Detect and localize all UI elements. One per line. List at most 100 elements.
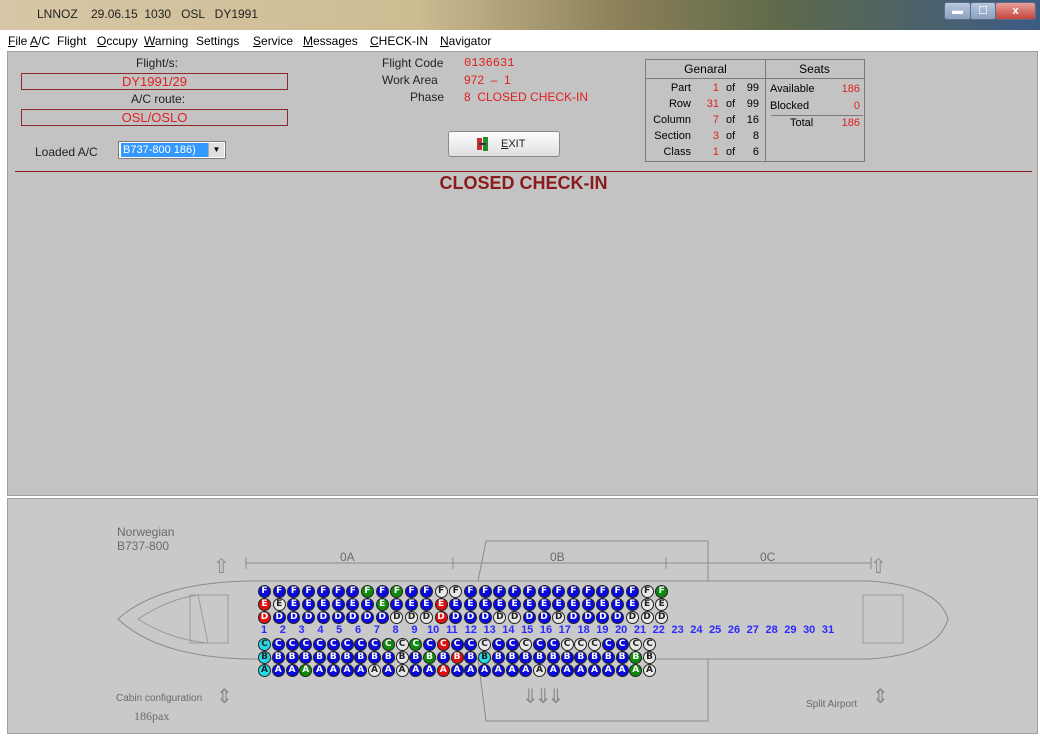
seat-a[interactable]: A [395,664,409,677]
seat-c[interactable]: C [340,638,354,651]
seat-d[interactable]: D [581,611,595,624]
seat-a[interactable]: A [258,664,271,677]
seat-f[interactable]: F [478,585,492,598]
seat-a[interactable]: A [340,664,354,677]
seat-b[interactable]: B [533,651,546,664]
menu-settings[interactable]: Settings [196,34,239,48]
seat-f[interactable]: F [316,585,330,598]
seat-b[interactable]: B [560,651,574,664]
seat-f[interactable]: F [272,585,286,598]
seat-a[interactable]: A [588,664,601,677]
seat-f[interactable]: F [537,585,551,598]
seat-f[interactable]: F [625,585,639,598]
seat-e[interactable]: E [258,598,271,611]
seat-f[interactable]: F [258,585,271,598]
seat-e[interactable]: E [331,598,345,611]
seat-f[interactable]: F [566,585,580,598]
seat-c[interactable]: C [533,638,546,651]
seat-c[interactable]: C [643,638,656,651]
seat-c[interactable]: C [326,638,340,651]
seat-b[interactable]: B [643,651,656,664]
seat-d[interactable]: D [434,611,448,624]
seat-a[interactable]: A [271,664,285,677]
seat-d[interactable]: D [611,611,625,624]
seat-a[interactable]: A [381,664,395,677]
seat-f[interactable]: F [375,585,389,598]
seat-a[interactable]: A [478,664,491,677]
seat-e[interactable]: E [566,598,580,611]
seat-e[interactable]: E [360,598,374,611]
seat-f[interactable]: F [640,585,654,598]
seat-a[interactable]: A [436,664,450,677]
seat-c[interactable]: C [271,638,285,651]
seat-a[interactable]: A [326,664,340,677]
seat-b[interactable]: B [258,651,271,664]
seat-c[interactable]: C [505,638,519,651]
seat-c[interactable]: C [601,638,615,651]
seat-a[interactable]: A [368,664,381,677]
seat-e[interactable]: E [463,598,477,611]
seat-b[interactable]: B [601,651,615,664]
seat-f[interactable]: F [360,585,374,598]
seat-b[interactable]: B [423,651,436,664]
seat-f[interactable]: F [463,585,477,598]
seat-d[interactable]: D [316,611,330,624]
seat-d[interactable]: D [360,611,374,624]
seat-d[interactable]: D [522,611,536,624]
seat-b[interactable]: B [505,651,519,664]
seat-e[interactable]: E [581,598,595,611]
seat-b[interactable]: B [381,651,395,664]
seat-c[interactable]: C [285,638,299,651]
seat-c[interactable]: C [560,638,574,651]
seat-e[interactable]: E [316,598,330,611]
menu-messages[interactable]: Messages [303,34,358,48]
seat-c[interactable]: C [313,638,326,651]
menu-occupy[interactable]: Occupy [97,34,138,48]
seat-c[interactable]: C [588,638,601,651]
loaded-ac-select[interactable]: B737-800 186) ▼ [118,141,226,159]
seat-b[interactable]: B [326,651,340,664]
maximize-button[interactable]: ☐ [970,2,996,20]
seat-c[interactable]: C [395,638,409,651]
menu-warning[interactable]: Warning [144,34,188,48]
seat-c[interactable]: C [450,638,464,651]
exit-button[interactable]: EXIT [448,131,560,157]
seat-b[interactable]: B [271,651,285,664]
menu-navigator[interactable]: Navigator [440,34,491,48]
seat-e[interactable]: E [419,598,433,611]
seat-e[interactable]: E [434,598,448,611]
seat-a[interactable]: A [643,664,656,677]
seat-c[interactable]: C [368,638,381,651]
seat-d[interactable]: D [419,611,433,624]
seat-b[interactable]: B [285,651,299,664]
chevron-down-icon[interactable]: ▼ [208,143,224,157]
seat-a[interactable]: A [423,664,436,677]
seat-d[interactable]: D [566,611,580,624]
seat-c[interactable]: C [491,638,505,651]
seat-c[interactable]: C [423,638,436,651]
seat-e[interactable]: E [522,598,536,611]
seat-e[interactable]: E [537,598,551,611]
seat-f[interactable]: F [331,585,345,598]
seat-d[interactable]: D [625,611,639,624]
seat-d[interactable]: D [375,611,389,624]
seat-a[interactable]: A [533,664,546,677]
seat-e[interactable]: E [625,598,639,611]
seat-e[interactable]: E [611,598,625,611]
seat-f[interactable]: F [611,585,625,598]
menu-a-c[interactable]: A/C [30,34,50,48]
seat-b[interactable]: B [436,651,450,664]
seat-a[interactable]: A [615,664,629,677]
seat-c[interactable]: C [258,638,271,651]
seat-e[interactable]: E [272,598,286,611]
seat-e[interactable]: E [478,598,492,611]
seat-d[interactable]: D [331,611,345,624]
seat-a[interactable]: A [505,664,519,677]
seat-b[interactable]: B [313,651,326,664]
seat-f[interactable]: F [581,585,595,598]
seat-a[interactable]: A [450,664,464,677]
seat-d[interactable]: D [640,611,654,624]
seat-b[interactable]: B [340,651,354,664]
seat-f[interactable]: F [522,585,536,598]
seat-a[interactable]: A [560,664,574,677]
